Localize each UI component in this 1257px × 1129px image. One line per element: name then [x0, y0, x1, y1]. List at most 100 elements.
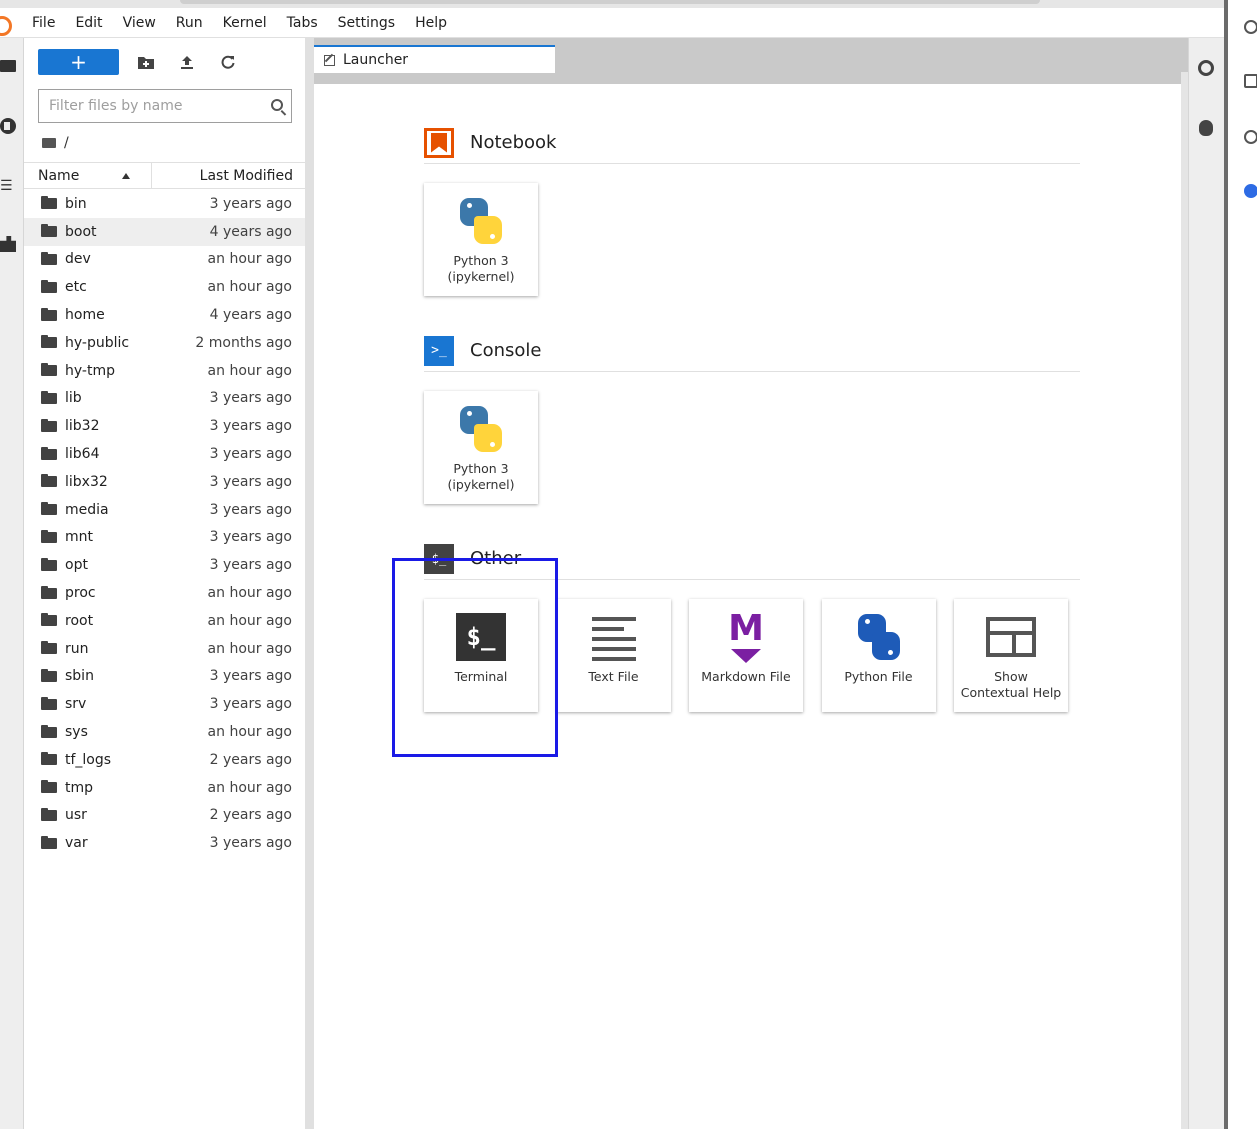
file-row-libx32[interactable]: libx32 3 years ago: [24, 468, 305, 496]
menu-edit[interactable]: Edit: [65, 8, 112, 38]
file-modified: 3 years ago: [209, 668, 292, 685]
new-folder-icon[interactable]: [132, 49, 160, 75]
file-row-boot[interactable]: boot 4 years ago: [24, 217, 305, 246]
folder-icon: [41, 474, 57, 488]
file-row-media[interactable]: media 3 years ago: [24, 496, 305, 524]
markdown-icon: M: [726, 611, 766, 663]
menu-settings[interactable]: Settings: [328, 8, 405, 38]
folder-icon: [41, 780, 57, 794]
browser-tab-pill: [180, 0, 1040, 4]
terminal-card[interactable]: $_ Terminal: [424, 599, 538, 712]
refresh-icon[interactable]: [214, 49, 242, 75]
folder-icon: [41, 279, 57, 293]
file-row-lib32[interactable]: lib32 3 years ago: [24, 412, 305, 440]
filter-files-input[interactable]: [39, 90, 249, 122]
root-folder-icon[interactable]: [42, 138, 56, 148]
contextual-help-card[interactable]: Show Contextual Help: [954, 599, 1068, 712]
file-row-srv[interactable]: srv 3 years ago: [24, 690, 305, 718]
notebook-section-title: Notebook: [470, 132, 557, 153]
menu-bar: File Edit View Run Kernel Tabs Settings …: [0, 8, 1224, 38]
file-row-run[interactable]: run an hour ago: [24, 635, 305, 663]
file-row-tmp[interactable]: tmp an hour ago: [24, 774, 305, 802]
folder-icon: [41, 557, 57, 571]
text-file-icon: [591, 615, 636, 661]
console-section: >_ Console Python 3 (ipykernel): [424, 330, 1080, 504]
text-file-card[interactable]: Text File: [556, 599, 671, 712]
console-python3-card[interactable]: Python 3 (ipykernel): [424, 391, 538, 504]
python-icon: [456, 404, 506, 454]
property-inspector-gear-icon[interactable]: [1198, 60, 1214, 76]
table-of-contents-icon[interactable]: ☰: [0, 178, 16, 194]
folder-icon: [41, 390, 57, 404]
folder-icon: [41, 696, 57, 710]
browser-circle-icon[interactable]: [1244, 20, 1257, 34]
listing-header: Name Last Modified: [24, 162, 305, 189]
file-row-lib[interactable]: lib 3 years ago: [24, 385, 305, 413]
file-row-proc[interactable]: proc an hour ago: [24, 579, 305, 607]
menu-file[interactable]: File: [22, 8, 65, 38]
folder-icon: [41, 724, 57, 738]
file-name: lib32: [65, 418, 100, 435]
file-row-usr[interactable]: usr 2 years ago: [24, 802, 305, 830]
file-modified: 4 years ago: [209, 223, 292, 240]
breadcrumb-root[interactable]: /: [64, 135, 69, 151]
menu-view[interactable]: View: [113, 8, 166, 38]
upload-icon[interactable]: [173, 49, 201, 75]
python-file-card[interactable]: Python File: [821, 599, 936, 712]
vertical-scrollbar[interactable]: [1181, 72, 1188, 1129]
debugger-bug-icon[interactable]: [1199, 120, 1213, 136]
python-icon: [456, 196, 506, 246]
folder-icon: [41, 446, 57, 460]
notebook-python3-card[interactable]: Python 3 (ipykernel): [424, 183, 538, 296]
file-modified: 3 years ago: [209, 418, 292, 435]
menu-help[interactable]: Help: [405, 8, 457, 38]
right-sidebar: [1188, 38, 1224, 1129]
folder-icon: [41, 585, 57, 599]
tab-bar: Launcher: [314, 38, 1188, 73]
console-section-header: >_ Console: [424, 330, 1080, 372]
file-modified: 3 years ago: [209, 557, 292, 574]
favorites-star-icon[interactable]: [1244, 74, 1257, 88]
contextual-help-icon: [986, 617, 1036, 657]
file-name: hy-public: [65, 334, 130, 351]
file-browser-folder-icon[interactable]: [0, 60, 16, 72]
file-row-mnt[interactable]: mnt 3 years ago: [24, 524, 305, 552]
menu-run[interactable]: Run: [166, 8, 213, 38]
markdown-file-card[interactable]: M Markdown File: [689, 599, 803, 712]
browser-side-panel: [1224, 0, 1257, 1129]
file-row-lib64[interactable]: lib64 3 years ago: [24, 440, 305, 468]
file-row-home[interactable]: home 4 years ago: [24, 301, 305, 329]
file-modified: an hour ago: [207, 779, 292, 796]
file-row-var[interactable]: var 3 years ago: [24, 829, 305, 857]
file-row-hy-tmp[interactable]: hy-tmp an hour ago: [24, 357, 305, 385]
folder-icon: [41, 529, 57, 543]
extension-manager-icon[interactable]: [0, 236, 16, 252]
tab-launcher[interactable]: Launcher: [314, 45, 555, 73]
extension-badge-icon[interactable]: [1244, 184, 1257, 198]
file-row-root[interactable]: root an hour ago: [24, 607, 305, 635]
new-launcher-button[interactable]: +: [38, 49, 119, 75]
file-name: usr: [65, 807, 87, 824]
name-column-header[interactable]: Name: [24, 162, 152, 189]
file-modified: 3 years ago: [209, 501, 292, 518]
file-row-sys[interactable]: sys an hour ago: [24, 718, 305, 746]
file-row-bin[interactable]: bin 3 years ago: [24, 190, 305, 218]
window-border: [1224, 0, 1228, 1129]
file-row-sbin[interactable]: sbin 3 years ago: [24, 663, 305, 691]
file-row-etc[interactable]: etc an hour ago: [24, 273, 305, 301]
file-row-hy-public[interactable]: hy-public 2 months ago: [24, 329, 305, 357]
history-clock-icon[interactable]: [1244, 130, 1257, 144]
menu-kernel[interactable]: Kernel: [213, 8, 277, 38]
other-section: $_ Other $_ Terminal Text File M Markdow…: [424, 538, 1080, 712]
file-row-dev[interactable]: dev an hour ago: [24, 246, 305, 274]
file-name: sbin: [65, 668, 94, 685]
file-name: run: [65, 640, 89, 657]
file-row-tf_logs[interactable]: tf_logs 2 years ago: [24, 746, 305, 774]
menu-tabs[interactable]: Tabs: [277, 8, 328, 38]
last-modified-column-header[interactable]: Last Modified: [152, 163, 305, 189]
file-row-opt[interactable]: opt 3 years ago: [24, 551, 305, 579]
panel-splitter[interactable]: [305, 38, 314, 1129]
running-sessions-icon[interactable]: [0, 118, 16, 134]
card-label: Markdown File: [701, 669, 791, 684]
file-name: home: [65, 307, 105, 324]
